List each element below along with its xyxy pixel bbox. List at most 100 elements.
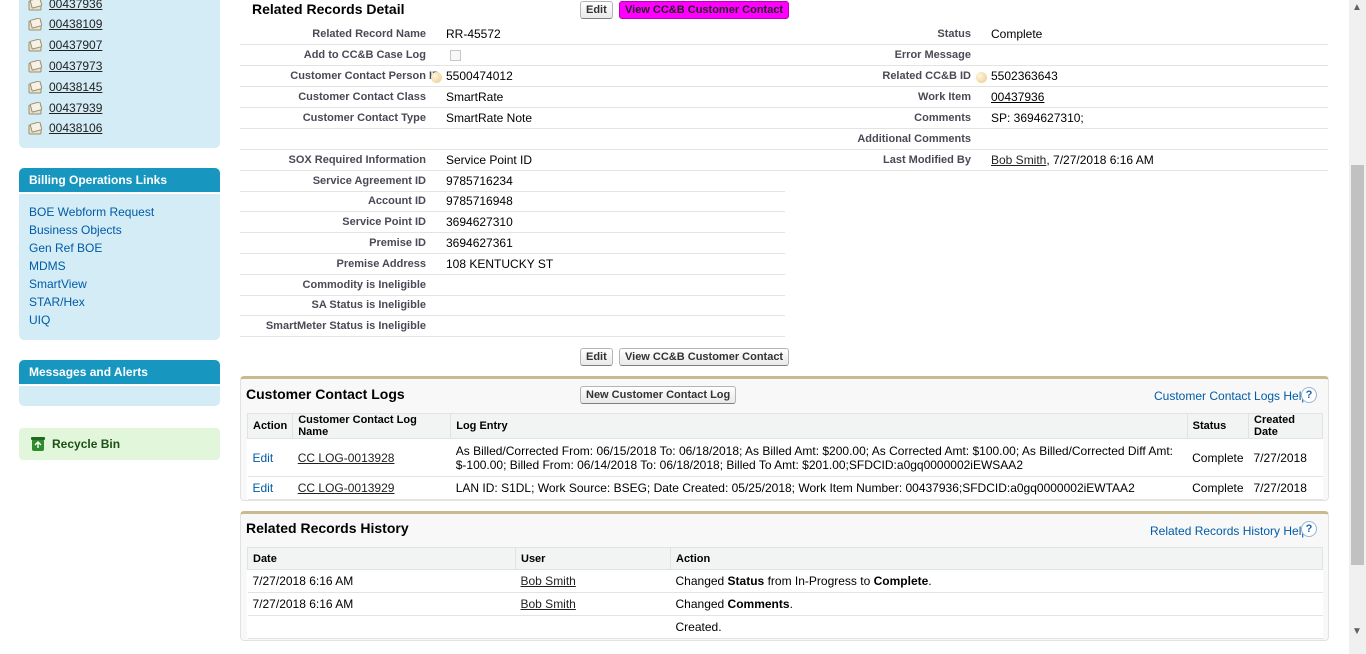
field-label: Commodity is Ineligible — [302, 279, 426, 291]
help-icon[interactable]: ? — [1301, 387, 1317, 403]
work-item-link[interactable]: 00437936 — [991, 90, 1044, 104]
recent-item[interactable]: 00437939 — [28, 100, 102, 116]
field-label: SmartMeter Status is Ineligible — [265, 320, 426, 332]
column-header: Status — [1186, 413, 1250, 439]
contact-log-link[interactable]: CC LOG-0013928 — [298, 451, 395, 465]
field-label: Related CC&B ID — [882, 70, 971, 82]
field-value: SP: 3694627310; — [991, 111, 1084, 125]
table-row: Edit CC LOG-0013928 As Billed/Corrected … — [247, 438, 1323, 477]
view-ccb-contact-button[interactable]: View CC&B Customer Contact — [619, 1, 790, 19]
field-label: Customer Contact Person ID — [290, 70, 440, 82]
recent-item-link[interactable]: 00438109 — [49, 17, 102, 31]
history-action: Changed Status from In-Progress to Compl… — [670, 569, 1323, 593]
history-action: Changed Comments. — [670, 592, 1323, 616]
history-help-link[interactable]: Related Records History Help — [1150, 524, 1308, 538]
history-title: Related Records History — [246, 520, 409, 536]
recent-item-link[interactable]: 00438145 — [49, 80, 102, 94]
field-value: 108 KENTUCKY ST — [446, 257, 554, 271]
field-value: Complete — [991, 27, 1043, 41]
field-row: Related CC&B ID 5502363643 — [785, 66, 1328, 87]
column-header: Created Date — [1248, 413, 1323, 439]
messages-alerts-header: Messages and Alerts — [19, 360, 220, 384]
view-ccb-contact-button-bottom[interactable]: View CC&B Customer Contact — [619, 348, 790, 366]
field-label: Related Record Name — [312, 28, 426, 40]
recent-item-link[interactable]: 00437907 — [49, 38, 102, 52]
recent-item-link[interactable]: 00437936 — [49, 0, 102, 11]
vertical-scrollbar[interactable]: ▲ ▼ — [1349, 0, 1366, 654]
billing-link[interactable]: SmartView — [29, 277, 87, 291]
field-row: Last Modified By Bob Smith, 7/27/2018 6:… — [785, 150, 1328, 171]
field-row: Service Agreement ID 9785716234 — [240, 171, 785, 192]
recent-item[interactable]: 00438109 — [28, 16, 102, 32]
field-label: Premise ID — [369, 237, 426, 249]
scrollbar-thumb[interactable] — [1351, 165, 1364, 565]
field-label: Comments — [914, 112, 971, 124]
recycle-bin-link[interactable]: Recycle Bin — [19, 428, 220, 460]
column-header: Log Entry — [450, 413, 1188, 439]
billing-link[interactable]: BOE Webform Request — [29, 205, 154, 219]
recent-item[interactable]: 00438106 — [28, 120, 102, 136]
record-icon — [28, 80, 43, 93]
field-value: 5502363643 — [991, 69, 1058, 83]
field-label: Additional Comments — [857, 133, 971, 145]
detail-title: Related Records Detail — [252, 1, 405, 17]
field-row: Commodity is Ineligible — [240, 275, 785, 296]
new-contact-log-button[interactable]: New Customer Contact Log — [580, 386, 737, 404]
recent-item-link[interactable]: 00438106 — [49, 121, 102, 135]
billing-link[interactable]: Gen Ref BOE — [29, 241, 102, 255]
recent-item[interactable]: 00437907 — [28, 37, 102, 53]
billing-link[interactable]: STAR/Hex — [29, 295, 85, 309]
column-header: Date — [247, 547, 516, 570]
scroll-down-arrow-icon[interactable]: ▼ — [1352, 626, 1362, 637]
edit-row-link[interactable]: Edit — [253, 481, 274, 495]
log-entry: LAN ID: S1DL; Work Source: BSEG; Date Cr… — [450, 476, 1188, 500]
recent-item[interactable]: 00438145 — [28, 79, 102, 95]
column-header: Customer Contact Log Name — [292, 413, 452, 439]
field-row — [240, 129, 785, 150]
edit-row-link[interactable]: Edit — [253, 451, 274, 465]
help-icon[interactable]: ? — [1301, 521, 1317, 537]
billing-links-panel: BOE Webform Request Business Objects Gen… — [19, 194, 220, 340]
recent-item[interactable]: 00437936 — [28, 0, 102, 12]
contact-logs-title: Customer Contact Logs — [246, 386, 405, 402]
record-icon — [28, 0, 43, 10]
recent-item-link[interactable]: 00437973 — [49, 59, 102, 73]
field-row: Customer Contact Type SmartRate Note — [240, 108, 785, 129]
last-modified-user-link[interactable]: Bob Smith — [991, 153, 1046, 167]
contact-logs-help-link[interactable]: Customer Contact Logs Help — [1154, 389, 1308, 403]
field-value: 3694627361 — [446, 236, 513, 250]
field-value: SmartRate — [446, 90, 504, 104]
table-row: 7/27/2018 6:16 AM Bob Smith Changed Comm… — [247, 592, 1323, 616]
billing-link[interactable]: UIQ — [29, 313, 50, 327]
field-row: Customer Contact Class SmartRate — [240, 87, 785, 108]
add-to-case-log-checkbox — [450, 50, 461, 61]
field-row: Error Message — [785, 45, 1328, 66]
info-icon[interactable] — [431, 72, 442, 83]
field-value: 3694627310 — [446, 215, 513, 229]
contact-log-link[interactable]: CC LOG-0013929 — [298, 481, 395, 495]
edit-button[interactable]: Edit — [580, 1, 613, 19]
field-label: Status — [937, 28, 971, 40]
scroll-up-arrow-icon[interactable]: ▲ — [1352, 2, 1362, 13]
info-icon[interactable] — [976, 72, 987, 83]
table-header-row: Date User Action — [247, 547, 1323, 570]
field-row: Premise Address 108 KENTUCKY ST — [240, 254, 785, 275]
billing-link[interactable]: MDMS — [29, 259, 66, 273]
field-label: Service Point ID — [342, 216, 426, 228]
field-label: Last Modified By — [882, 154, 971, 166]
billing-link[interactable]: Business Objects — [29, 223, 122, 237]
contact-logs-table: Action Customer Contact Log Name Log Ent… — [246, 413, 1323, 500]
field-row: Service Point ID 3694627310 — [240, 212, 785, 233]
record-icon — [28, 38, 43, 51]
history-user-link[interactable]: Bob Smith — [521, 597, 576, 611]
history-user-link[interactable]: Bob Smith — [521, 574, 576, 588]
field-row: Work Item 00437936 — [785, 87, 1328, 108]
recent-item-link[interactable]: 00437939 — [49, 101, 102, 115]
table-header-row: Action Customer Contact Log Name Log Ent… — [246, 413, 1323, 439]
edit-button-bottom[interactable]: Edit — [580, 348, 613, 366]
recent-item[interactable]: 00437973 — [28, 58, 102, 74]
table-row: 7/27/2018 6:16 AM Bob Smith Changed Stat… — [247, 569, 1323, 593]
history-date — [247, 615, 516, 639]
recycle-bin-label: Recycle Bin — [52, 437, 121, 451]
field-value: Service Point ID — [446, 153, 533, 167]
